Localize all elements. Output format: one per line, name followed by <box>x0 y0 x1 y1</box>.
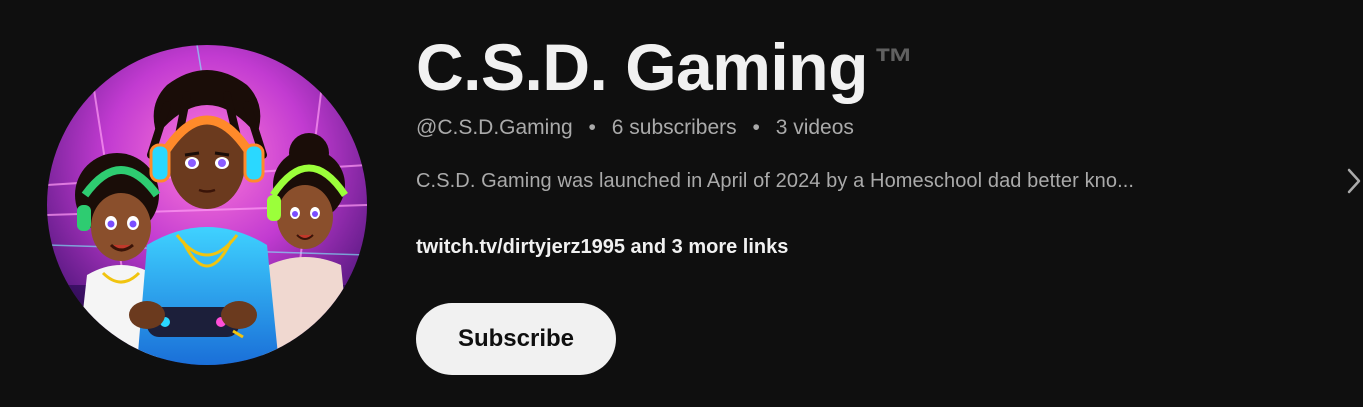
avatar-illustration <box>47 45 367 365</box>
channel-header: C.S.D. Gaming ™ @C.S.D.Gaming • 6 subscr… <box>0 0 1363 407</box>
channel-meta: @C.S.D.Gaming • 6 subscribers • 3 videos <box>416 116 854 140</box>
chevron-right-icon[interactable] <box>1346 168 1363 194</box>
channel-handle: @C.S.D.Gaming <box>416 116 573 139</box>
channel-avatar[interactable] <box>47 45 367 365</box>
channel-description[interactable]: C.S.D. Gaming was launched in April of 2… <box>416 170 1316 193</box>
channel-links[interactable]: twitch.tv/dirtyjerz1995 and 3 more links <box>416 236 788 259</box>
title-row: C.S.D. Gaming ™ <box>416 28 914 106</box>
video-count: 3 videos <box>775 116 854 139</box>
subscriber-count: 6 subscribers <box>611 116 737 139</box>
channel-name: C.S.D. Gaming <box>416 30 868 104</box>
meta-separator: • <box>588 116 596 139</box>
subscribe-button[interactable]: Subscribe <box>416 303 616 375</box>
trademark-symbol: ™ <box>873 41 914 85</box>
meta-separator: • <box>752 116 760 139</box>
